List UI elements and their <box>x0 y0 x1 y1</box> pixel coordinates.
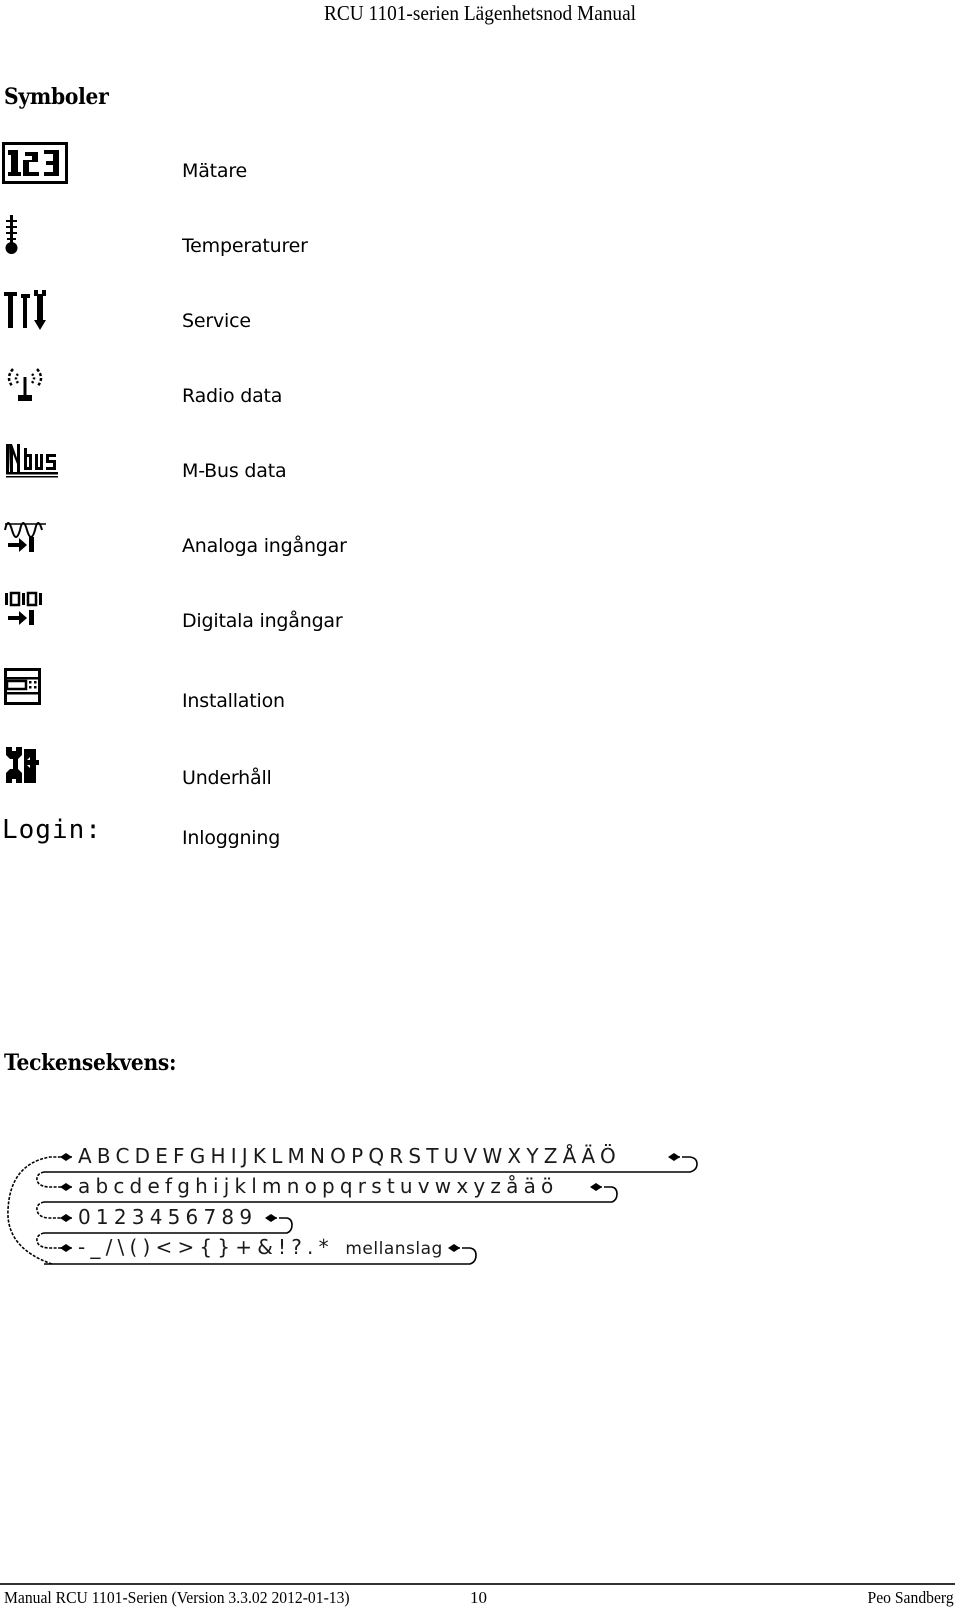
sequence-row-uppercase: ABCDEFGHIJKLMNOPQRSTUVWXYZÅÄÖ <box>78 1144 621 1168</box>
sequence-row-symbols: -_/\()<>{}+&!?.* mellanslag <box>78 1235 443 1259</box>
character-sequence-diagram: ABCDEFGHIJKLMNOPQRSTUVWXYZÅÄÖ abcdefghij… <box>0 1130 720 1280</box>
radio-antenna-icon <box>4 365 46 412</box>
symbol-label: Analoga ingångar <box>182 535 347 557</box>
footer-page-number: 10 <box>470 1588 487 1607</box>
meter-123-icon <box>2 142 68 189</box>
sequence-heading: Teckensekvens: <box>4 1050 177 1076</box>
digital-input-icon <box>4 590 48 635</box>
symbol-label: M-Bus data <box>182 460 287 482</box>
symbol-label: Temperaturer <box>182 235 308 257</box>
symbol-label: Radio data <box>182 385 283 407</box>
analog-input-icon <box>4 515 48 560</box>
thermometer-icon <box>4 215 20 260</box>
symbol-label: Underhåll <box>182 767 272 789</box>
symbol-label: Service <box>182 310 251 332</box>
symbol-label: Inloggning <box>182 827 281 849</box>
footer-document-info: Manual RCU 1101-Serien (Version 3.3.02 2… <box>4 1588 350 1607</box>
sequence-row-digits: 0123456789 <box>78 1205 258 1229</box>
maintenance-icon <box>4 745 42 790</box>
symbol-label: Digitala ingångar <box>182 610 343 632</box>
login-icon: Login: <box>2 815 102 845</box>
installation-icon <box>4 668 42 711</box>
page-header-title: RCU 1101-serien Lägenhetsnod Manual <box>323 1 637 25</box>
footer-author: Peo Sandberg <box>867 1588 954 1607</box>
symbols-heading: Symboler <box>4 84 109 110</box>
sequence-row-lowercase: abcdefghijklmnopqrstuvwxyzåäö <box>78 1174 559 1198</box>
sequence-symbols: -_/\()<>{}+&!?.* <box>78 1235 334 1259</box>
footer-divider <box>0 1583 955 1585</box>
mbus-icon <box>4 440 60 485</box>
service-tools-icon <box>4 290 50 337</box>
symbol-label: Mätare <box>182 160 248 182</box>
space-label: mellanslag <box>345 1239 443 1259</box>
symbol-label: Installation <box>182 690 285 712</box>
